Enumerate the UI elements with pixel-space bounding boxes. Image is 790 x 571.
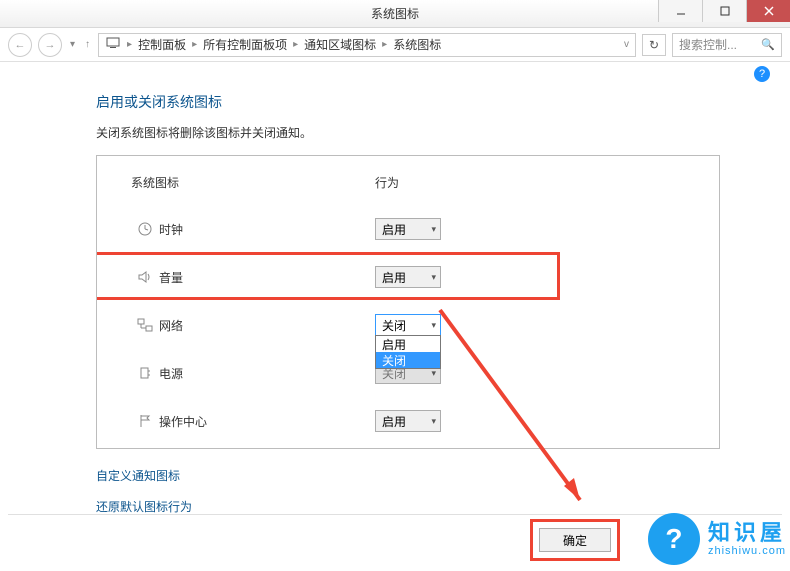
search-input[interactable]: 搜索控制... 🔍 <box>672 33 782 57</box>
breadcrumb-item[interactable]: 控制面板 <box>138 36 186 53</box>
row-label: 网络 <box>159 317 375 334</box>
breadcrumb-item[interactable]: 所有控制面板项 <box>203 36 287 53</box>
chevron-down-icon: ▾ <box>431 320 436 331</box>
column-header-icon: 系统图标 <box>131 174 375 191</box>
back-button[interactable]: ← <box>8 33 32 57</box>
chevron-down-icon: ▾ <box>431 272 436 283</box>
behavior-select-clock[interactable]: 启用▾ <box>375 218 441 240</box>
dropdown-option-disable[interactable]: 关闭 <box>376 352 440 368</box>
column-header-behavior: 行为 <box>375 174 691 191</box>
flag-icon <box>131 413 159 429</box>
computer-icon <box>105 35 121 54</box>
page-heading: 启用或关闭系统图标 <box>96 92 760 112</box>
row-volume: 音量 启用▾ <box>131 253 691 301</box>
settings-panel: 系统图标 行为 时钟 启用▾ 音量 <box>96 155 720 449</box>
watermark: ? 知识屋 zhishiwu.com <box>648 513 786 565</box>
close-button[interactable] <box>746 0 790 22</box>
search-icon: 🔍 <box>761 38 775 51</box>
dropdown-option-enable[interactable]: 启用 <box>376 336 440 352</box>
minimize-button[interactable] <box>658 0 702 22</box>
power-icon <box>131 365 159 381</box>
row-action-center: 操作中心 启用▾ <box>131 397 691 445</box>
up-button[interactable]: ↑ <box>85 39 90 50</box>
chevron-down-icon: ▾ <box>431 416 436 427</box>
address-bar[interactable]: ▸ 控制面板 ▸ 所有控制面板项 ▸ 通知区域图标 ▸ 系统图标 v <box>98 33 636 57</box>
link-customize-icons[interactable]: 自定义通知图标 <box>96 467 760 484</box>
row-label: 操作中心 <box>159 413 375 430</box>
behavior-select-network[interactable]: 关闭▾ 启用 关闭 <box>375 314 441 336</box>
maximize-button[interactable] <box>702 0 746 22</box>
page-subtext: 关闭系统图标将删除该图标并关闭通知。 <box>96 124 760 141</box>
behavior-select-volume[interactable]: 启用▾ <box>375 266 441 288</box>
clock-icon <box>131 221 159 237</box>
annotation-highlight-ok: 确定 <box>530 519 620 561</box>
watermark-text-cn: 知识屋 <box>708 521 786 545</box>
window-controls <box>658 0 790 22</box>
breadcrumb-item[interactable]: 通知区域图标 <box>304 36 376 53</box>
dropdown-history-icon[interactable]: ▾ <box>70 39 75 50</box>
row-label: 音量 <box>159 269 375 286</box>
forward-button[interactable]: → <box>38 33 62 57</box>
network-icon <box>131 317 159 333</box>
behavior-select-action-center[interactable]: 启用▾ <box>375 410 441 432</box>
dropdown-menu: 启用 关闭 <box>375 335 441 369</box>
row-label: 时钟 <box>159 221 375 238</box>
watermark-text-en: zhishiwu.com <box>708 545 786 557</box>
help-icon[interactable]: ? <box>754 66 770 82</box>
row-network: 网络 关闭▾ 启用 关闭 <box>131 301 691 349</box>
address-dropdown-icon[interactable]: v <box>624 39 629 50</box>
chevron-right-icon: ▸ <box>382 39 387 50</box>
chevron-right-icon: ▸ <box>127 39 132 50</box>
watermark-icon: ? <box>648 513 700 565</box>
search-placeholder: 搜索控制... <box>679 36 737 53</box>
window-title: 系统图标 <box>371 5 419 22</box>
row-clock: 时钟 启用▾ <box>131 205 691 253</box>
ok-button[interactable]: 确定 <box>539 528 611 552</box>
breadcrumb-item[interactable]: 系统图标 <box>393 36 441 53</box>
chevron-right-icon: ▸ <box>293 39 298 50</box>
volume-icon <box>131 269 159 285</box>
refresh-button[interactable]: ↻ <box>642 34 666 56</box>
settings-scroll[interactable]: 系统图标 行为 时钟 启用▾ 音量 <box>97 156 719 448</box>
chevron-down-icon: ▾ <box>431 368 436 379</box>
row-label: 电源 <box>159 365 375 382</box>
chevron-right-icon: ▸ <box>192 39 197 50</box>
chevron-down-icon: ▾ <box>431 224 436 235</box>
